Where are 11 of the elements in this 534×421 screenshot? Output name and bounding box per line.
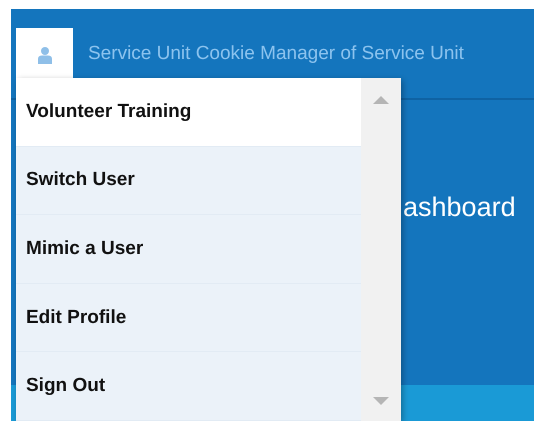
scroll-up-icon[interactable] [373, 96, 389, 104]
menu-item[interactable]: Edit Profile [16, 284, 361, 352]
user-icon [38, 46, 52, 64]
header-title: Service Unit Cookie Manager of Service Unit [88, 42, 464, 64]
menu-item[interactable]: Sign Out [16, 352, 361, 421]
scrollbar[interactable] [361, 78, 401, 421]
menu-item[interactable]: Switch User [16, 146, 361, 216]
scroll-down-icon[interactable] [373, 397, 389, 405]
menu-item[interactable]: Volunteer Training [16, 78, 361, 147]
menu-item[interactable]: Mimic a User [16, 215, 361, 284]
page-heading: ashboard [403, 192, 516, 223]
